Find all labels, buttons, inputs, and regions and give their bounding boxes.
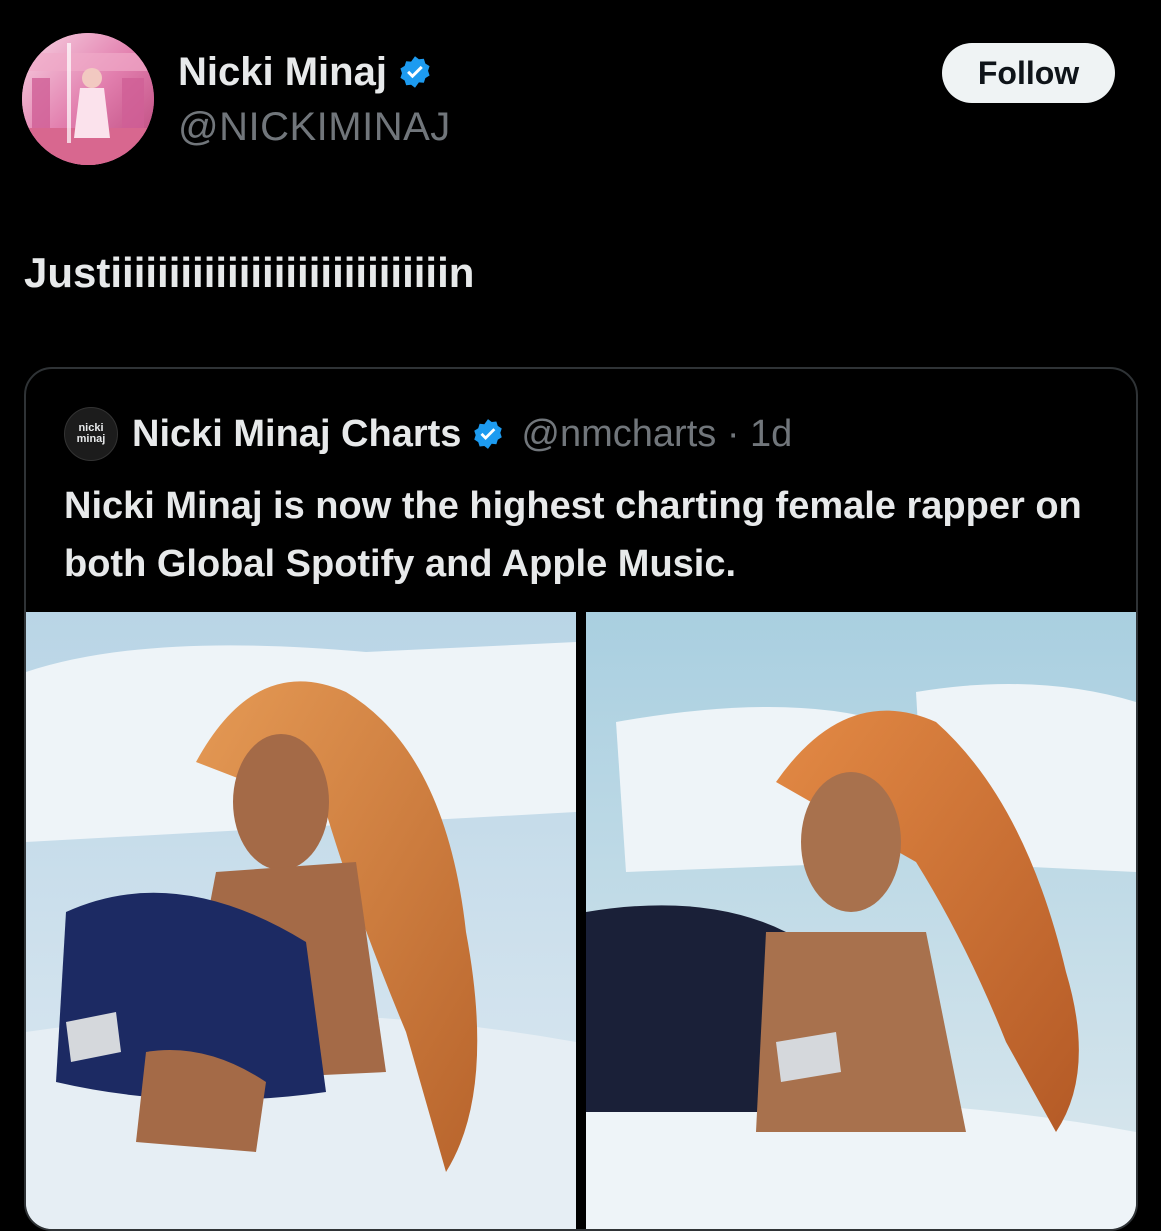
quoted-tweet-media	[26, 612, 1136, 1229]
verified-badge-icon	[471, 417, 505, 451]
quoted-tweet-card[interactable]: nicki minaj Nicki Minaj Charts @nmcharts…	[24, 367, 1138, 1231]
media-photo-1[interactable]	[26, 612, 576, 1229]
quoted-author-avatar[interactable]: nicki minaj	[64, 407, 118, 461]
verified-badge-icon	[397, 54, 433, 90]
quoted-tweet-text: Nicki Minaj is now the highest charting …	[64, 485, 1082, 585]
media-photo-2[interactable]	[586, 612, 1136, 1229]
quoted-author-handle-time[interactable]: @nmcharts · 1d	[521, 413, 792, 456]
author-name[interactable]: Nicki Minaj	[178, 48, 387, 96]
quoted-avatar-text-bottom: minaj	[76, 433, 106, 445]
quoted-tweet-header: nicki minaj Nicki Minaj Charts @nmcharts…	[64, 407, 792, 461]
quoted-author-name[interactable]: Nicki Minaj Charts	[132, 413, 461, 456]
follow-button[interactable]: Follow	[942, 43, 1115, 103]
tweet-text: Justiiiiiiiiiiiiiiiiiiiiiiiiiiiiin	[24, 249, 475, 296]
author-avatar[interactable]	[22, 33, 154, 165]
author-handle[interactable]: @NICKIMINAJ	[178, 103, 451, 151]
author-name-row: Nicki Minaj	[178, 48, 433, 96]
